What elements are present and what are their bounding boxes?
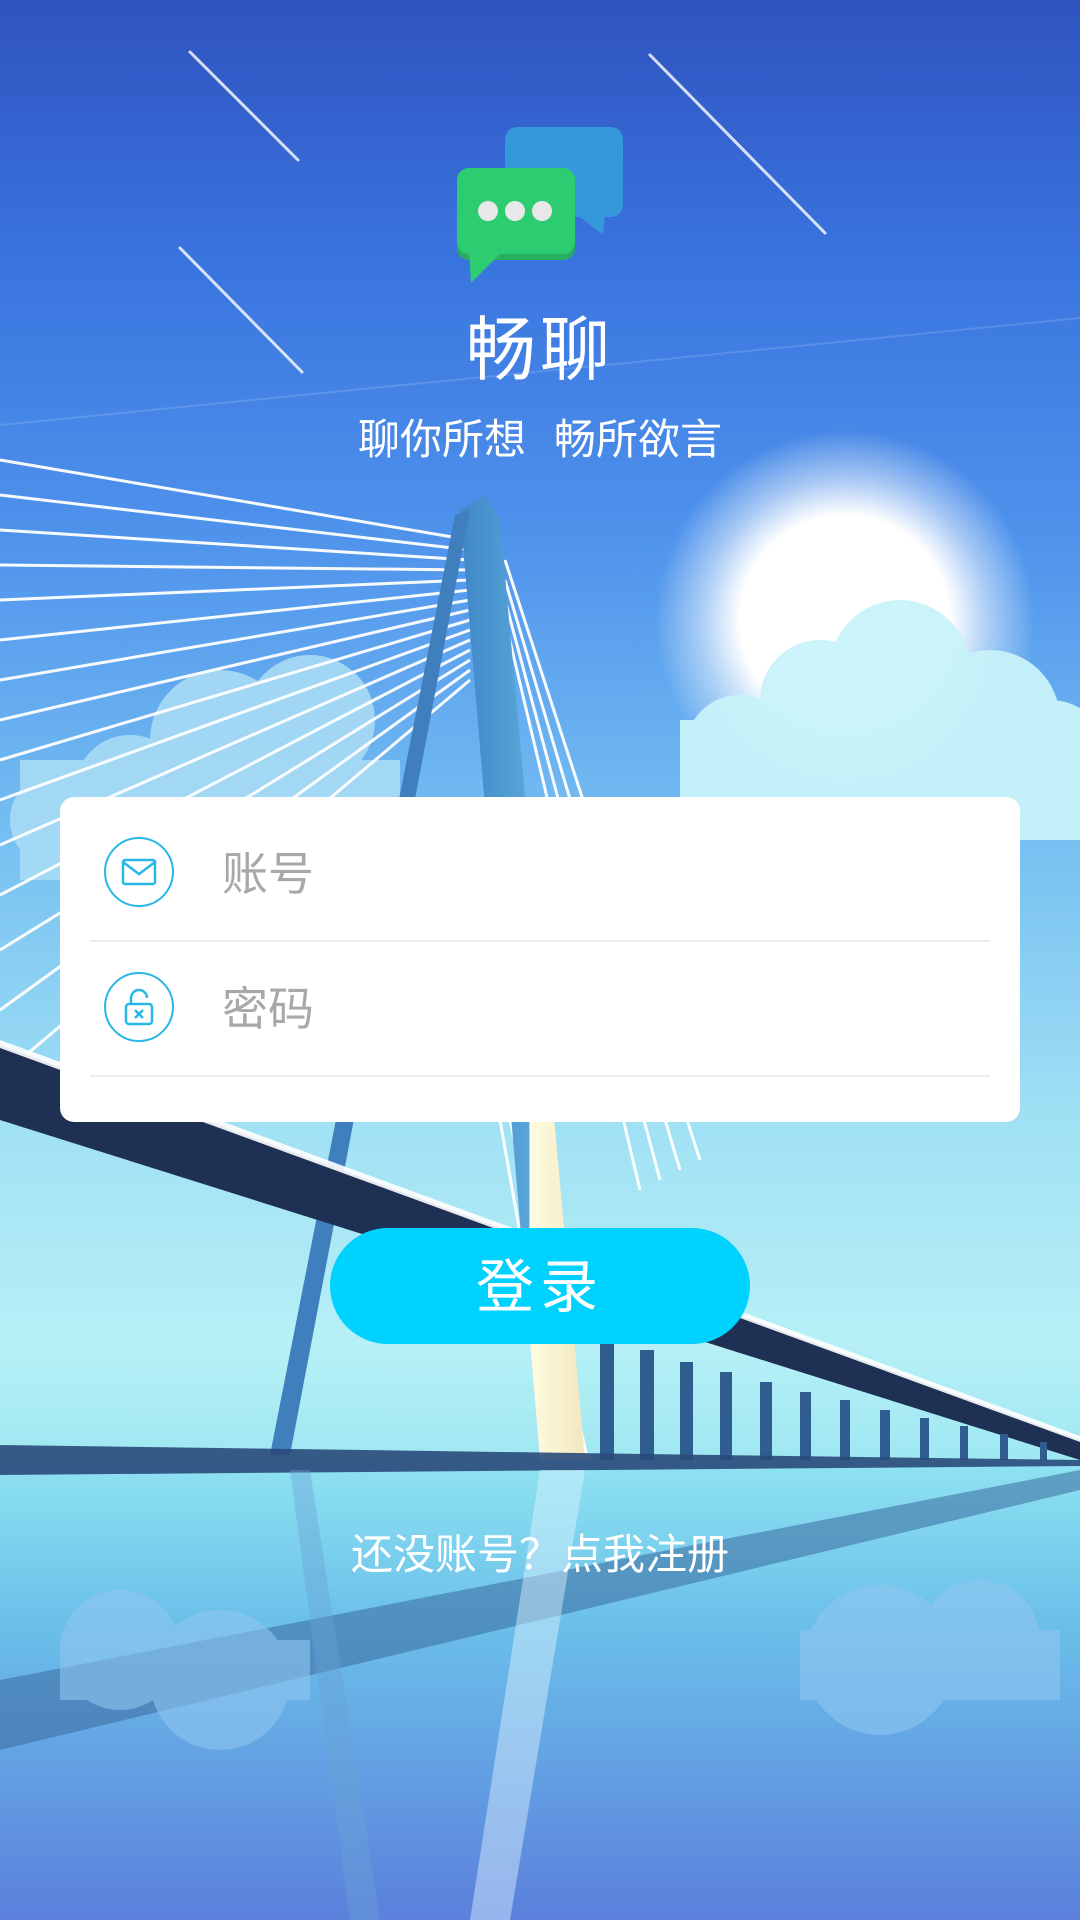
login-button[interactable]: 登录 [330, 1228, 750, 1344]
mail-icon [104, 837, 174, 907]
app-slogan: 聊你所想 畅所欲言 [0, 410, 1080, 470]
password-field-row [90, 942, 990, 1077]
lock-icon [104, 972, 174, 1042]
account-field-row [90, 807, 990, 942]
password-input[interactable] [220, 970, 964, 1048]
login-screen: 畅聊 聊你所想 畅所欲言 账号 登录 还没账号？点我注册 [0, 0, 1080, 1920]
app-logo-icon [457, 127, 623, 283]
login-form-card [60, 797, 1020, 1122]
register-link[interactable]: 还没账号？点我注册 [0, 1525, 1080, 1585]
app-title: 畅聊 [466, 309, 614, 391]
slogan-part-1: 聊你所想 [357, 415, 526, 464]
account-input[interactable] [220, 835, 964, 913]
slogan-part-2: 畅所欲言 [554, 415, 723, 464]
